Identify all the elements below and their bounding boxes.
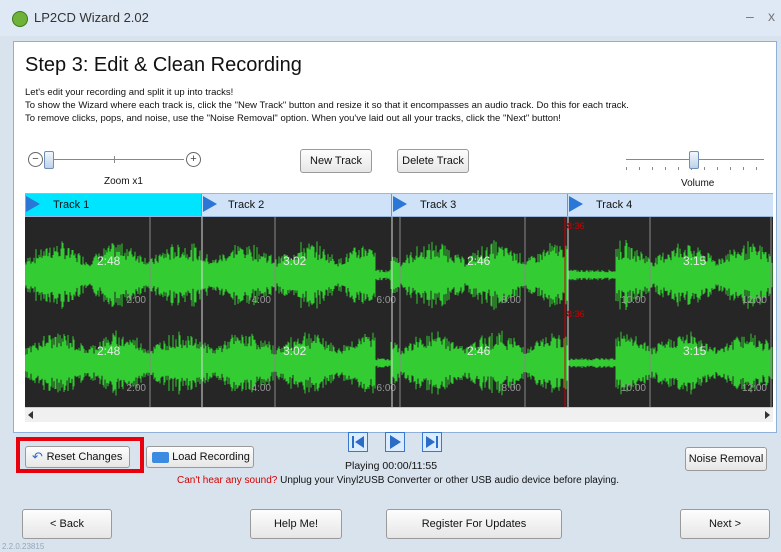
instruction-line: To remove clicks, pops, and noise, use t… [25, 113, 561, 124]
register-updates-button[interactable]: Register For Updates [386, 509, 562, 539]
delete-track-button[interactable]: Delete Track [397, 149, 469, 173]
folder-icon [152, 452, 169, 463]
track-duration-label: 2:46 [467, 254, 491, 268]
previous-track-button[interactable] [348, 432, 368, 452]
zoom-tick [114, 156, 115, 163]
play-icon[interactable] [569, 196, 583, 212]
volume-thumb[interactable] [689, 151, 699, 169]
help-button[interactable]: Help Me! [250, 509, 342, 539]
playback-status: Playing 00:00/11:55 [345, 460, 438, 472]
horizontal-scrollbar[interactable] [25, 407, 773, 422]
zoom-in-icon[interactable]: + [186, 152, 201, 167]
navigation-bar: < Back Help Me! Register For Updates Nex… [0, 495, 781, 552]
next-track-button[interactable] [422, 432, 442, 452]
window-title: LP2CD Wizard 2.02 [34, 10, 149, 25]
track-duration-label: 2:46 [467, 344, 491, 358]
version-label: 2.2.0.23815 [2, 542, 45, 551]
title-bar: LP2CD Wizard 2.02 – x [0, 0, 781, 36]
volume-label: Volume [681, 178, 715, 189]
track-name: Track 2 [228, 199, 265, 211]
time-tick-label: 8:00 [502, 383, 522, 394]
play-icon[interactable] [393, 196, 407, 212]
track-duration-label: 2:48 [97, 344, 121, 358]
time-tick-label: 2:00 [127, 295, 147, 306]
next-button[interactable]: Next > [680, 509, 770, 539]
new-track-button[interactable]: New Track [300, 149, 372, 173]
zoom-slider[interactable]: − + Zoom x1 [26, 150, 206, 190]
play-icon[interactable] [26, 196, 40, 212]
time-tick-label: 4:00 [252, 383, 272, 394]
play-icon[interactable] [203, 196, 217, 212]
track-name: Track 3 [420, 199, 457, 211]
wizard-panel: Step 3: Edit & Clean Recording Let's edi… [13, 41, 777, 433]
track-duration-label: 3:15 [683, 344, 707, 358]
load-recording-button[interactable]: Load Recording [146, 446, 254, 468]
track-header-bar: Track 1 Track 2 Track 3 Track 4 [25, 193, 773, 217]
track-name: Track 4 [596, 199, 633, 211]
waveform-area[interactable]: 2:00 2:00 4:00 4:00 6:00 6:00 8:00 8:00 10:00 10:… [25, 217, 773, 407]
skip-back-icon [352, 436, 364, 448]
highlight-box [16, 437, 144, 473]
playhead-time-label: 8:36 [567, 221, 585, 231]
minimize-button[interactable]: – [746, 8, 754, 24]
track-name: Track 1 [53, 199, 90, 211]
warning-text: Unplug your Vinyl2USB Converter or other… [277, 475, 619, 486]
time-tick-label: 12:00 [742, 383, 767, 394]
time-tick-label: 8:00 [502, 295, 522, 306]
zoom-label: Zoom x1 [104, 176, 143, 187]
app-logo-icon [12, 11, 28, 27]
instruction-line: To show the Wizard where each track is, … [25, 100, 629, 111]
instruction-line: Let's edit your recording and split it u… [25, 87, 234, 98]
zoom-out-icon[interactable]: − [28, 152, 43, 167]
step-title: Step 3: Edit & Clean Recording [25, 54, 302, 76]
load-label: Load Recording [172, 451, 250, 463]
play-icon [390, 435, 401, 449]
zoom-thumb[interactable] [44, 151, 54, 169]
scroll-right-icon[interactable] [765, 411, 770, 419]
track-1-header[interactable]: Track 1 [25, 194, 202, 216]
time-tick-label: 10:00 [621, 295, 646, 306]
track-duration-label: 2:48 [97, 254, 121, 268]
skip-forward-icon [426, 436, 438, 448]
track-duration-label: 3:15 [683, 254, 707, 268]
track-duration-label: 3:02 [283, 344, 307, 358]
track-4-header[interactable]: Track 4 [568, 194, 773, 216]
warning-question: Can't hear any sound? [177, 475, 278, 486]
volume-slider[interactable]: Volume [626, 150, 766, 190]
waveform-svg[interactable]: 2:00 2:00 4:00 4:00 6:00 6:00 8:00 8:00 10:00 10:… [25, 217, 773, 407]
time-tick-label: 2:00 [127, 383, 147, 394]
time-tick-label: 6:00 [377, 383, 397, 394]
scroll-left-icon[interactable] [28, 411, 33, 419]
time-tick-label: 10:00 [621, 383, 646, 394]
time-tick-label: 6:00 [377, 295, 397, 306]
noise-removal-button[interactable]: Noise Removal [685, 447, 767, 471]
track-duration-label: 3:02 [283, 254, 307, 268]
track-3-header[interactable]: Track 3 [392, 194, 568, 216]
track-2-header[interactable]: Track 2 [202, 194, 392, 216]
back-button[interactable]: < Back [22, 509, 112, 539]
play-button[interactable] [385, 432, 405, 452]
time-tick-label: 4:00 [252, 295, 272, 306]
audio-warning: Can't hear any sound? Unplug your Vinyl2… [177, 475, 619, 486]
instructions: Let's edit your recording and split it u… [25, 86, 629, 125]
playhead-time-label: 8:36 [567, 309, 585, 319]
time-tick-label: 12:00 [742, 295, 767, 306]
close-button[interactable]: x [768, 8, 775, 24]
